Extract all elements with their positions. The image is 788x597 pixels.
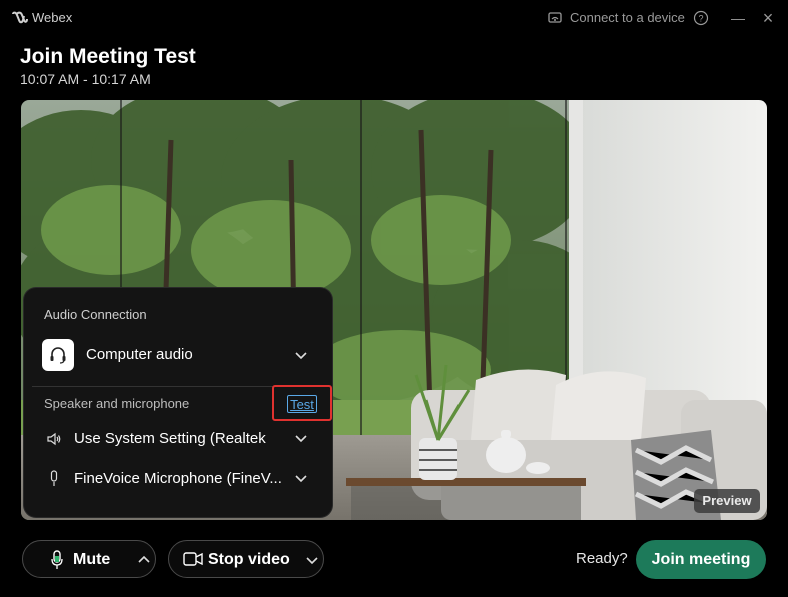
- cast-icon: [548, 11, 562, 23]
- audio-connection-panel: Audio Connection Computer audio Speaker …: [24, 288, 332, 517]
- ready-label: Ready?: [576, 550, 628, 567]
- microphone-icon: [51, 550, 63, 569]
- microphone-dropdown[interactable]: FineVoice Microphone (FineV...: [42, 466, 318, 492]
- meeting-title: Join Meeting Test: [20, 45, 196, 68]
- app-name: Webex: [32, 10, 73, 25]
- svg-text:?: ?: [698, 14, 703, 24]
- audio-type-dropdown[interactable]: Computer audio: [38, 336, 318, 374]
- video-control: Stop video: [168, 540, 324, 578]
- join-meeting-button[interactable]: Join meeting: [636, 540, 766, 579]
- chevron-down-icon: [295, 475, 307, 483]
- speaker-dropdown[interactable]: Use System Setting (Realtek: [42, 426, 318, 452]
- audio-type-label: Computer audio: [86, 346, 193, 363]
- minimize-button[interactable]: —: [728, 8, 748, 28]
- meeting-time: 10:07 AM - 10:17 AM: [20, 71, 151, 87]
- chevron-down-icon: [295, 435, 307, 443]
- webex-logo-icon: [12, 11, 28, 24]
- title-bar: Webex Connect to a device ? — ×: [0, 0, 788, 36]
- video-camera-icon: [183, 552, 203, 566]
- mute-button[interactable]: Mute: [23, 541, 131, 577]
- microphone-label: FineVoice Microphone (FineV...: [74, 470, 282, 487]
- stop-video-button[interactable]: Stop video: [169, 541, 297, 577]
- test-button[interactable]: Test: [287, 395, 317, 413]
- help-icon: ?: [693, 10, 709, 26]
- chevron-up-icon[interactable]: [137, 553, 151, 567]
- connect-to-device-button[interactable]: Connect to a device: [548, 10, 685, 25]
- audio-connection-title: Audio Connection: [44, 307, 147, 322]
- test-highlight-box: Test: [272, 385, 332, 421]
- close-button[interactable]: ×: [758, 8, 778, 28]
- speaker-icon: [47, 432, 61, 446]
- connect-label: Connect to a device: [570, 10, 685, 25]
- mute-control: Mute: [22, 540, 156, 578]
- mute-label: Mute: [73, 551, 111, 568]
- chevron-down-icon[interactable]: [305, 553, 319, 567]
- chevron-down-icon: [295, 352, 307, 360]
- preview-badge: Preview: [694, 489, 760, 513]
- microphone-icon: [50, 470, 58, 486]
- stop-video-label: Stop video: [208, 551, 290, 568]
- speaker-label: Use System Setting (Realtek: [74, 430, 266, 447]
- help-button[interactable]: ?: [691, 8, 711, 28]
- headset-icon: [42, 339, 74, 371]
- speaker-mic-label: Speaker and microphone: [44, 396, 190, 411]
